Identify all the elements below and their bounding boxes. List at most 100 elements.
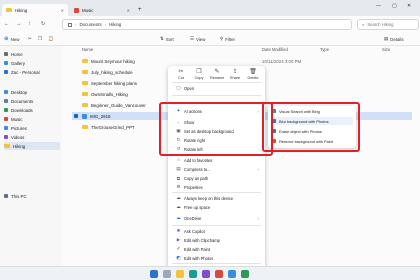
paste-icon[interactable]: 📋 bbox=[48, 36, 53, 42]
search-input[interactable]: ⌕ Search Hiking bbox=[357, 19, 419, 30]
checkbox-icon[interactable] bbox=[74, 114, 78, 118]
menu-item-ask-copilot[interactable]: ✺ Ask Copilot bbox=[176, 227, 262, 235]
properties-icon: ⚙ bbox=[176, 184, 181, 189]
cut-icon[interactable]: ✂ bbox=[28, 36, 32, 42]
sidebar-item-onedrive[interactable]: Zac - Personal bbox=[4, 68, 60, 76]
new-label: New bbox=[10, 36, 20, 42]
share-icon: ⇪ bbox=[232, 69, 238, 75]
menu-item-properties[interactable]: ⚙ Properties bbox=[176, 183, 262, 191]
rename-button[interactable]: ✎ Rename bbox=[210, 69, 224, 80]
edge-icon[interactable] bbox=[189, 270, 197, 278]
sidebar-item-label: Home bbox=[11, 51, 23, 57]
folder-icon bbox=[82, 69, 88, 75]
cut-button[interactable]: ✂ Cut bbox=[174, 69, 188, 80]
close-tab-icon[interactable]: ✕ bbox=[127, 8, 130, 13]
menu-item-add-to-favorites[interactable]: ☆ Add to favorites bbox=[176, 156, 262, 164]
tab-hiking[interactable]: Hiking ✕ bbox=[2, 4, 68, 16]
sidebar-item-hiking[interactable]: Hiking bbox=[4, 142, 60, 150]
folder-icon bbox=[82, 91, 88, 97]
column-header-type[interactable]: Type bbox=[320, 47, 329, 52]
app-icon[interactable] bbox=[215, 270, 223, 278]
folder-icon bbox=[82, 124, 88, 130]
plus-icon: + bbox=[138, 7, 142, 13]
menu-item-free-up-space[interactable]: ☁ Free up space bbox=[176, 203, 262, 211]
details-icon: ▤ bbox=[384, 36, 389, 41]
breadcrumb-hiking[interactable]: Hiking bbox=[109, 22, 121, 27]
new-button[interactable]: ⊕ New bbox=[4, 36, 19, 42]
sidebar-item-pictures[interactable]: Pictures bbox=[4, 124, 60, 132]
menu-item-onedrive[interactable]: ☁ OneDrive › bbox=[176, 214, 262, 222]
path-icon: ⧉ bbox=[176, 175, 181, 181]
mail-icon[interactable] bbox=[228, 270, 236, 278]
delete-button[interactable]: 🗑 Delete bbox=[246, 69, 260, 80]
app-icon[interactable] bbox=[241, 270, 249, 278]
file-name: OwnSmalls_Hiking bbox=[91, 91, 128, 97]
menu-item-label: Compress to... bbox=[184, 166, 211, 172]
close-window-icon[interactable]: ✕ bbox=[407, 3, 411, 9]
column-header-date[interactable]: Date Modified bbox=[262, 47, 288, 52]
music-icon bbox=[74, 7, 79, 13]
menu-divider bbox=[172, 95, 261, 96]
music-icon bbox=[4, 117, 8, 121]
menu-item-copy-as-path[interactable]: ⧉ Copy as path bbox=[176, 174, 262, 182]
new-tab-button[interactable]: + bbox=[136, 4, 146, 16]
documents-icon bbox=[4, 99, 8, 103]
menu-item-edit-paint[interactable]: ✐ Edit with Paint bbox=[176, 245, 262, 253]
details-button[interactable]: ▤ Details bbox=[384, 36, 404, 42]
sidebar-item-gallery[interactable]: Gallery bbox=[4, 59, 60, 67]
star-icon: ☆ bbox=[176, 157, 181, 162]
view-button[interactable]: ☰ View bbox=[190, 36, 205, 42]
menu-item-label: Edit with Paint bbox=[184, 246, 210, 252]
menu-item-edit-clipchamp[interactable]: ▶ Edit with Clipchamp bbox=[176, 236, 262, 244]
sidebar-item-downloads[interactable]: Downloads bbox=[4, 106, 60, 114]
up-icon[interactable]: ↑ bbox=[28, 21, 31, 27]
tab-music[interactable]: Music ✕ bbox=[70, 4, 134, 16]
folder-icon bbox=[82, 80, 88, 86]
menu-item-label: Edit with Photos bbox=[184, 255, 214, 261]
menu-item-label: Ask Copilot bbox=[184, 228, 205, 234]
share-button[interactable]: ⇪ Share bbox=[228, 69, 242, 80]
copilot-icon: ✺ bbox=[176, 228, 181, 233]
copy-button[interactable]: ❐ Copy bbox=[192, 69, 206, 80]
address-bar[interactable]: › Documents › Hiking bbox=[62, 19, 352, 30]
sidebar-item-desktop[interactable]: Desktop bbox=[4, 88, 60, 96]
table-row[interactable]: Mount Seymour hiking 10/11/2024 3:00 PM bbox=[72, 57, 412, 65]
filter-button[interactable]: ⚲ Filter bbox=[220, 36, 235, 42]
chevron-right-icon: › bbox=[257, 215, 259, 221]
menu-item-compress[interactable]: ▤ Compress to... › bbox=[176, 165, 262, 173]
column-header-name[interactable]: Name bbox=[82, 47, 93, 52]
start-icon[interactable] bbox=[150, 270, 158, 278]
menu-item-open[interactable]: ▢ Open bbox=[176, 84, 262, 92]
maximize-icon[interactable]: ▢ bbox=[392, 3, 397, 9]
search-icon[interactable] bbox=[163, 270, 171, 278]
sidebar-item-label: Pictures bbox=[11, 125, 27, 131]
folder-icon bbox=[82, 58, 88, 64]
close-tab-icon[interactable]: ✕ bbox=[61, 8, 64, 13]
menu-item-edit-photos[interactable]: ◩ Edit with Photos bbox=[176, 254, 262, 262]
address-row: ← → ↑ ↻ › Documents › Hiking ⌕ Search Hi… bbox=[0, 16, 420, 33]
image-file-icon bbox=[82, 113, 87, 119]
store-icon[interactable] bbox=[202, 270, 210, 278]
breadcrumb-documents[interactable]: Documents bbox=[79, 22, 101, 27]
sort-label: Sort bbox=[165, 36, 174, 42]
minimize-icon[interactable]: — bbox=[376, 3, 381, 9]
cloud-icon: ☁ bbox=[176, 204, 181, 209]
sort-button[interactable]: ⇅ Sort bbox=[160, 36, 174, 42]
sidebar-item-music[interactable]: Music bbox=[4, 115, 60, 123]
sidebar-item-documents[interactable]: Documents bbox=[4, 97, 60, 105]
view-label: View bbox=[195, 36, 206, 42]
sidebar-item-videos[interactable]: Videos bbox=[4, 133, 60, 141]
sidebar-item-this-pc[interactable]: This PC bbox=[4, 192, 60, 200]
title-bar: Hiking ✕ Music ✕ + — ▢ ✕ bbox=[0, 0, 420, 16]
copy-icon[interactable]: ❐ bbox=[38, 36, 42, 42]
file-explorer-icon[interactable] bbox=[176, 270, 184, 278]
copy-icon: ❐ bbox=[196, 69, 202, 75]
sidebar-item-label: Music bbox=[11, 116, 23, 122]
sidebar-item-home[interactable]: Home bbox=[4, 50, 60, 58]
menu-item-always-keep[interactable]: ☁ Always keep on this device bbox=[176, 194, 262, 202]
column-header-size[interactable]: Size bbox=[382, 47, 390, 52]
refresh-icon[interactable]: ↻ bbox=[41, 21, 45, 27]
back-icon[interactable]: ← bbox=[4, 21, 9, 27]
forward-icon[interactable]: → bbox=[16, 21, 21, 27]
menu-item-label: Properties bbox=[184, 184, 203, 190]
